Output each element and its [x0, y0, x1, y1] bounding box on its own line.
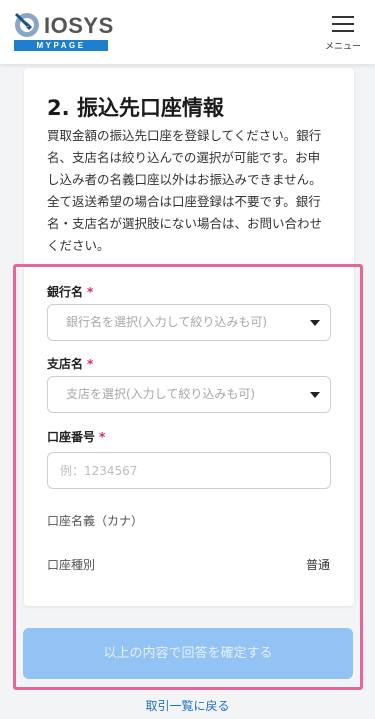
required-mark: * [87, 357, 94, 371]
account-number-label: 口座番号 * [47, 430, 106, 444]
menu-label: メニュー [324, 42, 361, 52]
account-name-label: 口座名義（カナ） [47, 514, 144, 528]
branch-name-label: 支店名 * [47, 357, 94, 371]
menu-button[interactable]: メニュー [323, 16, 363, 56]
account-type-label: 口座種別 [47, 558, 96, 572]
caret-down-icon [310, 392, 320, 398]
caret-down-icon [310, 320, 320, 326]
app-header: IOSYS MYPAGE メニュー [0, 0, 375, 64]
bank-name-select[interactable]: 銀行名を選択(入力して絞り込みも可) [47, 304, 331, 341]
account-type-value: 普通 [305, 558, 330, 572]
required-mark: * [87, 285, 94, 299]
required-mark: * [99, 430, 106, 444]
bank-name-label: 銀行名 * [47, 285, 94, 299]
logo-mark-icon [14, 12, 39, 37]
account-number-input[interactable] [47, 452, 331, 489]
hamburger-icon [332, 16, 354, 32]
back-to-list-link[interactable]: 取引一覧に戻る [0, 697, 375, 714]
section-title: 2. 振込先口座情報 [47, 96, 224, 120]
logo-mypage-bar: MYPAGE [14, 40, 108, 51]
bank-name-placeholder: 銀行名を選択(入力して絞り込みも可) [66, 315, 268, 329]
submit-button[interactable]: 以上の内容で回答を確定する [23, 628, 353, 679]
iosys-logo[interactable]: IOSYS MYPAGE [14, 12, 113, 52]
branch-name-select[interactable]: 支店を選択(入力して絞り込みも可) [47, 376, 331, 413]
section-description: 買取金額の振込先口座を登録してください。銀行 名、支店名は絞り込んでの選択が可能… [47, 128, 323, 253]
branch-name-placeholder: 支店を選択(入力して絞り込みも可) [66, 387, 256, 401]
logo-text: IOSYS [44, 13, 114, 38]
